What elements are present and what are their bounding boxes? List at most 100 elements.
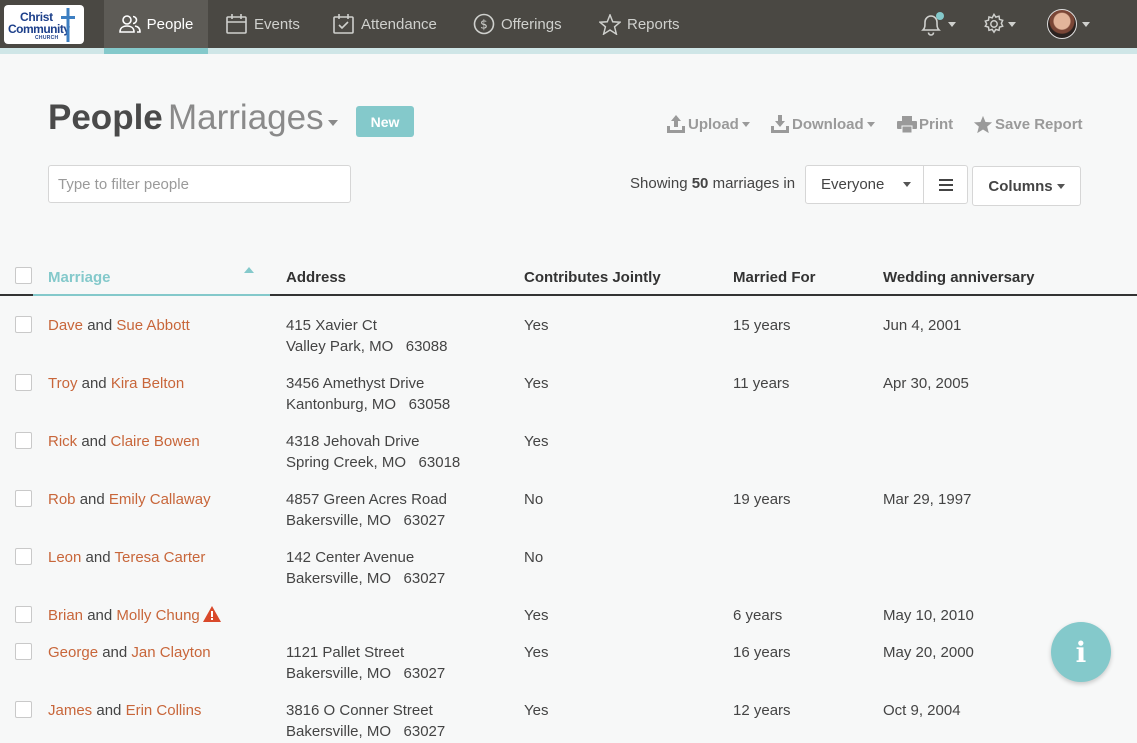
jointly-cell: Yes [524,702,549,719]
jointly-cell: No [524,491,544,508]
info-icon: i [1075,635,1087,669]
anniversary-cell: Apr 30, 2005 [883,375,969,392]
address-cell: 3816 O Conner Street Bakersville, MO 6302… [286,700,445,742]
gear-icon [984,13,1004,34]
star-icon [599,13,621,35]
row-checkbox[interactable] [15,606,32,623]
column-wedding-anniversary[interactable]: Wedding anniversary [883,269,1034,286]
jointly-cell: Yes [524,317,549,334]
list-menu-button[interactable] [924,166,967,203]
address-line1: 142 Center Avenue [286,549,415,566]
row-checkbox[interactable] [15,643,32,660]
marriage-cell: George and Jan Clayton [48,642,211,663]
nav-reports-label: Reports [627,15,680,33]
address-line1: 4318 Jehovah Drive [286,433,420,450]
page-title: People [48,98,163,137]
person-link[interactable]: Jan Clayton [131,644,210,661]
person-link[interactable]: Emily Callaway [109,491,211,508]
and-text: and [81,375,107,392]
person-link[interactable]: Claire Bowen [111,433,200,450]
nav-events[interactable]: Events [226,0,300,48]
print-button[interactable]: Print [897,113,953,135]
person-link[interactable]: Dave [48,317,83,334]
info-button[interactable]: i [1051,622,1111,682]
address-line2: Valley Park, MO 63088 [286,338,448,355]
nav-people[interactable]: People [104,0,208,54]
columns-label: Columns [988,177,1053,195]
showing-count-text: Showing 50 marriages in [630,175,795,192]
person-link[interactable]: Sue Abbott [116,317,189,334]
notifications-button[interactable] [919,0,956,48]
row-checkbox[interactable] [15,490,32,507]
chevron-down-icon [903,182,911,187]
nav-attendance[interactable]: Attendance [333,0,437,48]
row-checkbox[interactable] [15,316,32,333]
anniversary-cell: May 20, 2000 [883,644,974,661]
calendar-icon [226,14,247,34]
person-link[interactable]: Teresa Carter [114,549,205,566]
row-checkbox[interactable] [15,374,32,391]
nav-offerings[interactable]: $ Offerings [473,0,562,48]
chevron-down-icon [1008,21,1016,27]
address-cell: 142 Center Avenue Bakersville, MO 63027 [286,547,445,589]
address-cell: 4318 Jehovah Drive Spring Creek, MO 63018 [286,431,460,473]
married-for-cell: 11 years [733,375,790,392]
address-line2: Bakersville, MO 63027 [286,570,446,587]
download-icon [771,115,789,133]
scope-dropdown[interactable]: Everyone [806,166,924,203]
select-all-checkbox[interactable] [15,267,32,284]
user-menu-button[interactable] [1047,0,1090,48]
page-subtitle-dropdown[interactable]: Marriages [168,98,324,138]
upload-button[interactable]: Upload [666,113,750,135]
dollar-circle-icon: $ [473,13,495,35]
and-text: and [102,644,128,661]
save-report-button[interactable]: Save Report [973,113,1083,135]
row-checkbox[interactable] [15,432,32,449]
column-marriage[interactable]: Marriage [48,269,111,286]
address-line2: Bakersville, MO 63027 [286,512,446,529]
person-link[interactable]: Kira Belton [111,375,184,392]
new-button[interactable]: New [356,106,414,137]
warning-icon[interactable] [202,606,221,622]
married-for-cell: 6 years [733,607,783,624]
filter-people-input[interactable] [48,165,351,203]
anniversary-cell: Oct 9, 2004 [883,702,961,719]
top-nav: Christ Community CHURCH People Events At… [0,0,1137,54]
address-cell: 3456 Amethyst Drive Kantonburg, MO 63058 [286,373,450,415]
church-logo[interactable]: Christ Community CHURCH [4,5,84,44]
person-link[interactable]: Rob [48,491,76,508]
anniversary-cell: Mar 29, 1997 [883,491,972,508]
person-link[interactable]: Erin Collins [126,702,202,719]
and-text: and [87,317,113,334]
row-checkbox[interactable] [15,701,32,718]
download-button[interactable]: Download [770,113,875,135]
row-checkbox[interactable] [15,548,32,565]
checkbox-calendar-icon [333,14,354,34]
column-address[interactable]: Address [286,269,346,286]
column-married-for[interactable]: Married For [733,269,816,286]
person-link[interactable]: Rick [48,433,77,450]
column-contributes-jointly[interactable]: Contributes Jointly [524,269,661,286]
person-link[interactable]: Molly Chung [116,607,199,624]
marriage-cell: Leon and Teresa Carter [48,547,205,568]
person-link[interactable]: Troy [48,375,77,392]
address-line1: 3816 O Conner Street [286,702,433,719]
person-link[interactable]: Leon [48,549,81,566]
settings-button[interactable] [983,0,1016,48]
marriage-cell: Troy and Kira Belton [48,373,184,394]
married-for-cell: 12 years [733,702,791,719]
print-icon [897,115,917,133]
columns-button[interactable]: Columns [972,166,1081,206]
nav-offerings-label: Offerings [501,15,562,33]
person-link[interactable]: Brian [48,607,83,624]
person-link[interactable]: James [48,702,92,719]
table-header: Marriage Address Contributes Jointly Mar… [0,258,1137,296]
address-cell: 4857 Green Acres Road Bakersville, MO 630… [286,489,447,531]
star-icon [973,115,993,133]
person-link[interactable]: George [48,644,98,661]
address-line2: Bakersville, MO 63027 [286,723,446,740]
and-text: and [87,607,113,624]
chevron-down-icon[interactable] [328,120,338,126]
nav-reports[interactable]: Reports [599,0,680,48]
nav-people-label: People [146,15,194,33]
